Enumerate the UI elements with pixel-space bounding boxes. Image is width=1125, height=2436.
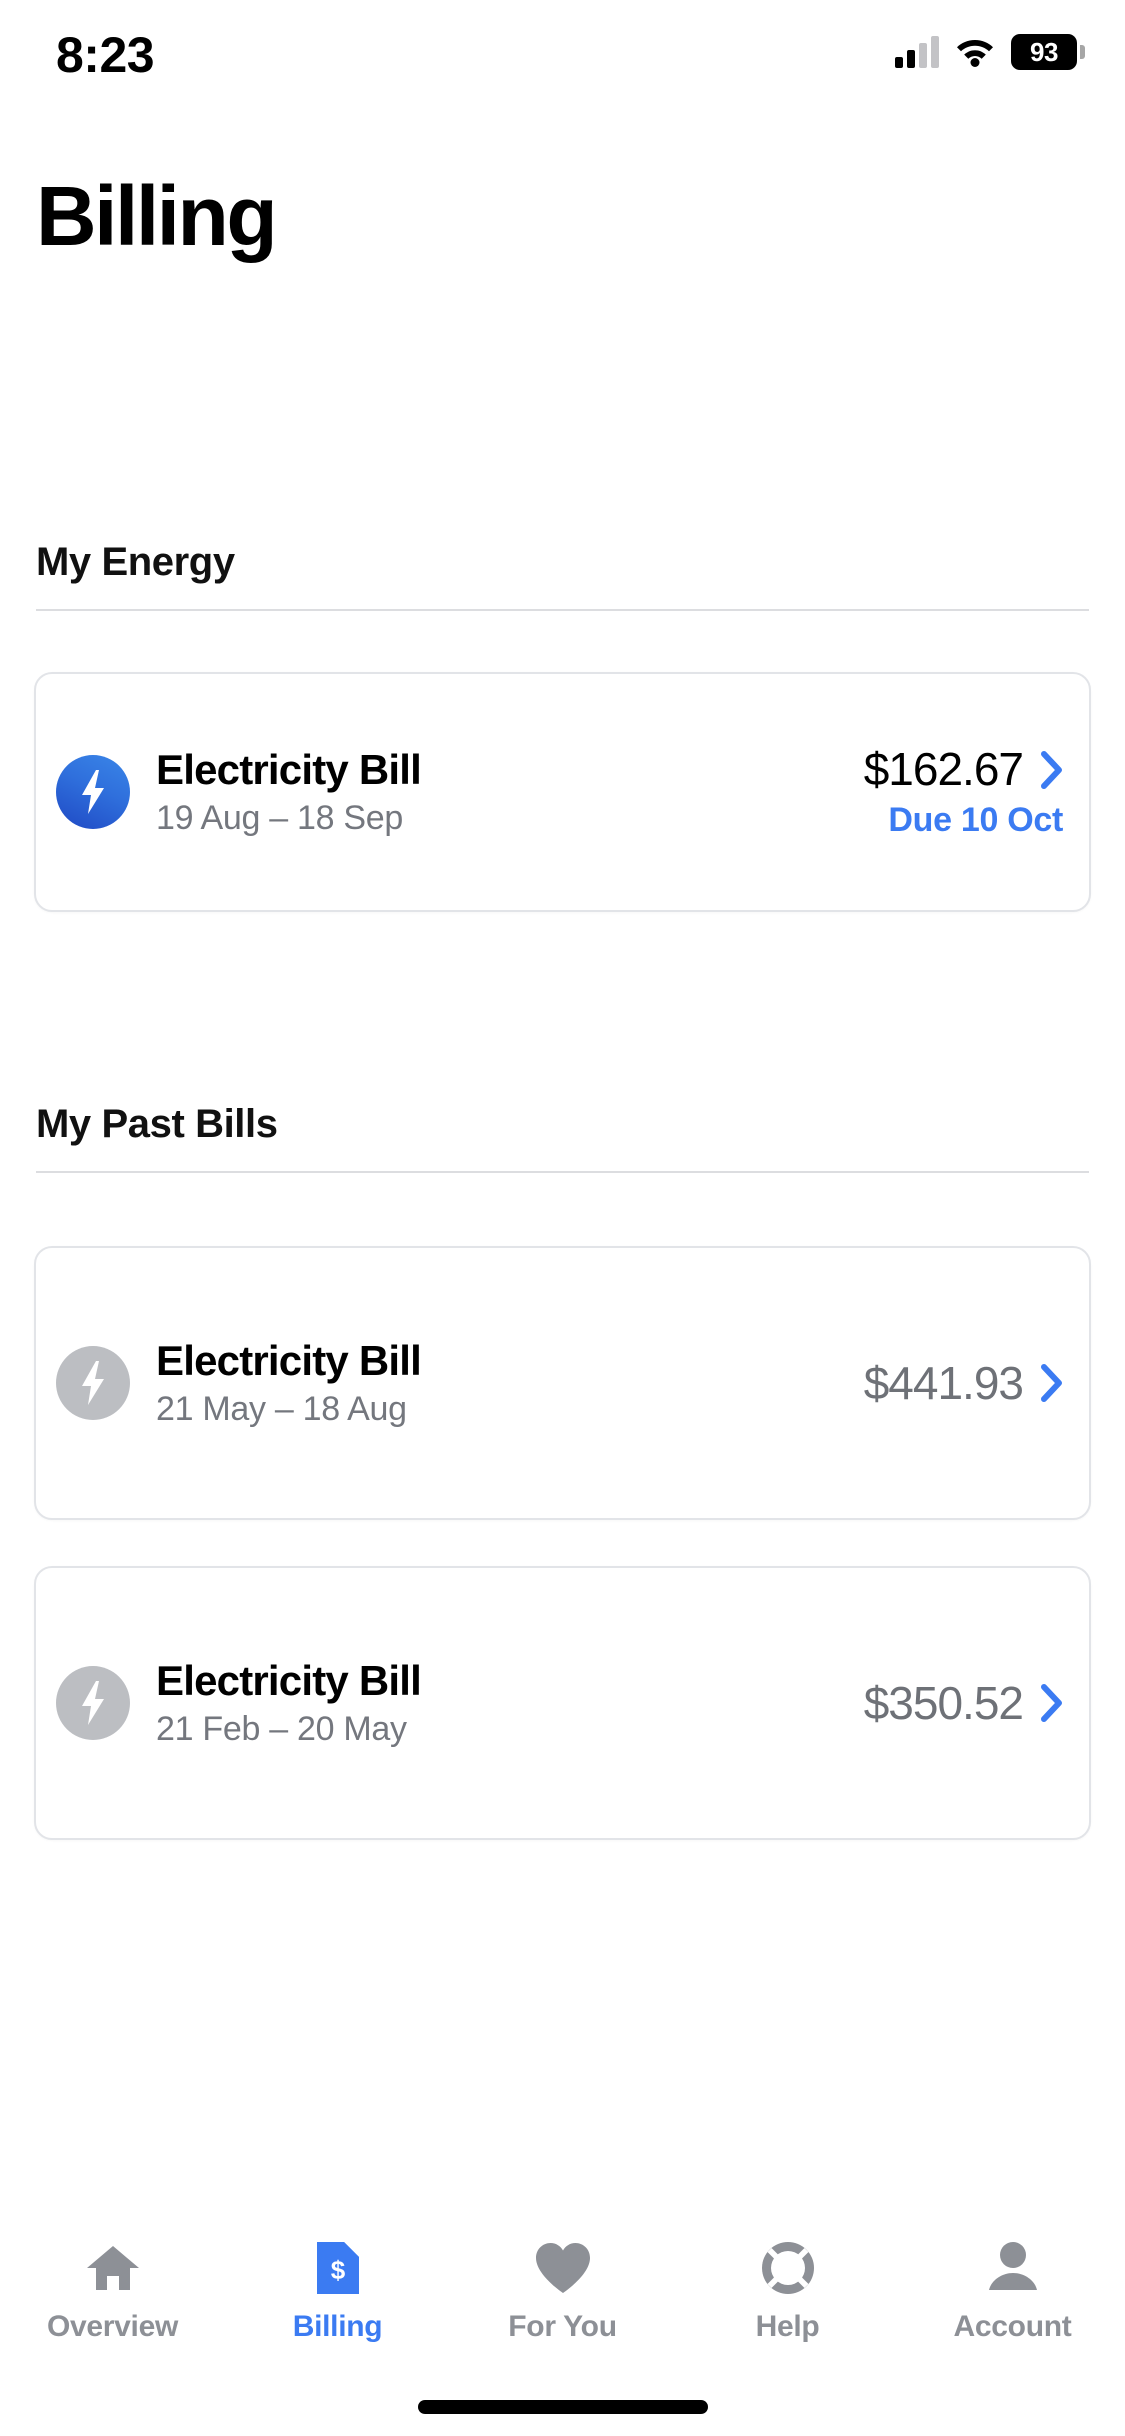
bill-title: Electricity Bill [156, 746, 422, 794]
chevron-right-icon[interactable] [1041, 750, 1063, 789]
tab-billing[interactable]: $ Billing [225, 2212, 450, 2344]
bill-amount: $441.93 [863, 1356, 1024, 1409]
tab-label: Overview [46, 2310, 179, 2343]
wifi-icon [957, 40, 993, 67]
status-time: 8:23 [56, 27, 155, 83]
section-my-past-bills: My Past Bills [0, 900, 1125, 1173]
section-heading-my-past-bills: My Past Bills [36, 1102, 278, 1146]
home-indicator [417, 2400, 708, 2414]
bill-title: Electricity Bill [156, 1657, 422, 1705]
tab-label: For You [508, 2310, 617, 2343]
tab-account[interactable]: Account [900, 2212, 1125, 2344]
section-heading-my-energy: My Energy [36, 540, 235, 584]
section-divider [36, 1171, 1089, 1173]
home-icon [85, 2240, 141, 2296]
bill-title: Electricity Bill [156, 1337, 422, 1385]
bill-amount: $350.52 [863, 1676, 1024, 1729]
battery-icon: 93 [1011, 34, 1085, 70]
tab-for-you[interactable]: For You [450, 2212, 675, 2344]
document-dollar-icon: $ [315, 2240, 361, 2296]
lifebuoy-icon [760, 2240, 816, 2296]
tab-label: Help [755, 2310, 820, 2343]
svg-text:$: $ [330, 2255, 345, 2285]
tab-label: Billing [292, 2310, 383, 2343]
bill-period: 21 Feb – 20 May [156, 1709, 407, 1748]
bill-card-past-1[interactable]: Electricity Bill 21 May – 18 Aug $441.93 [34, 1246, 1091, 1520]
tab-overview[interactable]: Overview [0, 2212, 225, 2344]
chevron-right-icon[interactable] [1041, 1363, 1063, 1402]
section-my-energy: My Energy [0, 540, 1125, 611]
lightning-bolt-icon [56, 1345, 130, 1420]
chevron-right-icon[interactable] [1041, 1683, 1063, 1722]
bill-period: 21 May – 18 Aug [156, 1389, 407, 1428]
bill-amount: $162.67 [863, 743, 1024, 796]
tab-bar: Overview $ Billing For You Help Account [0, 2212, 1125, 2436]
lightning-bolt-icon [56, 755, 130, 829]
cellular-signal-icon [895, 36, 939, 68]
status-indicators: 93 [895, 30, 1085, 74]
person-icon [986, 2240, 1040, 2296]
status-bar: 8:23 93 [0, 0, 1125, 132]
bill-card-past-2[interactable]: Electricity Bill 21 Feb – 20 May $350.52 [34, 1566, 1091, 1840]
lightning-bolt-icon [56, 1665, 130, 1740]
battery-percent-label: 93 [1030, 36, 1058, 67]
bill-due-date: Due 10 Oct [888, 800, 1063, 839]
heart-icon [533, 2240, 593, 2296]
bill-period: 19 Aug – 18 Sep [156, 798, 403, 837]
bill-card-current[interactable]: Electricity Bill 19 Aug – 18 Sep $162.67… [34, 672, 1091, 912]
tab-label: Account [953, 2310, 1072, 2343]
tab-help[interactable]: Help [675, 2212, 900, 2344]
page-title: Billing [36, 169, 278, 263]
section-divider [36, 609, 1089, 611]
